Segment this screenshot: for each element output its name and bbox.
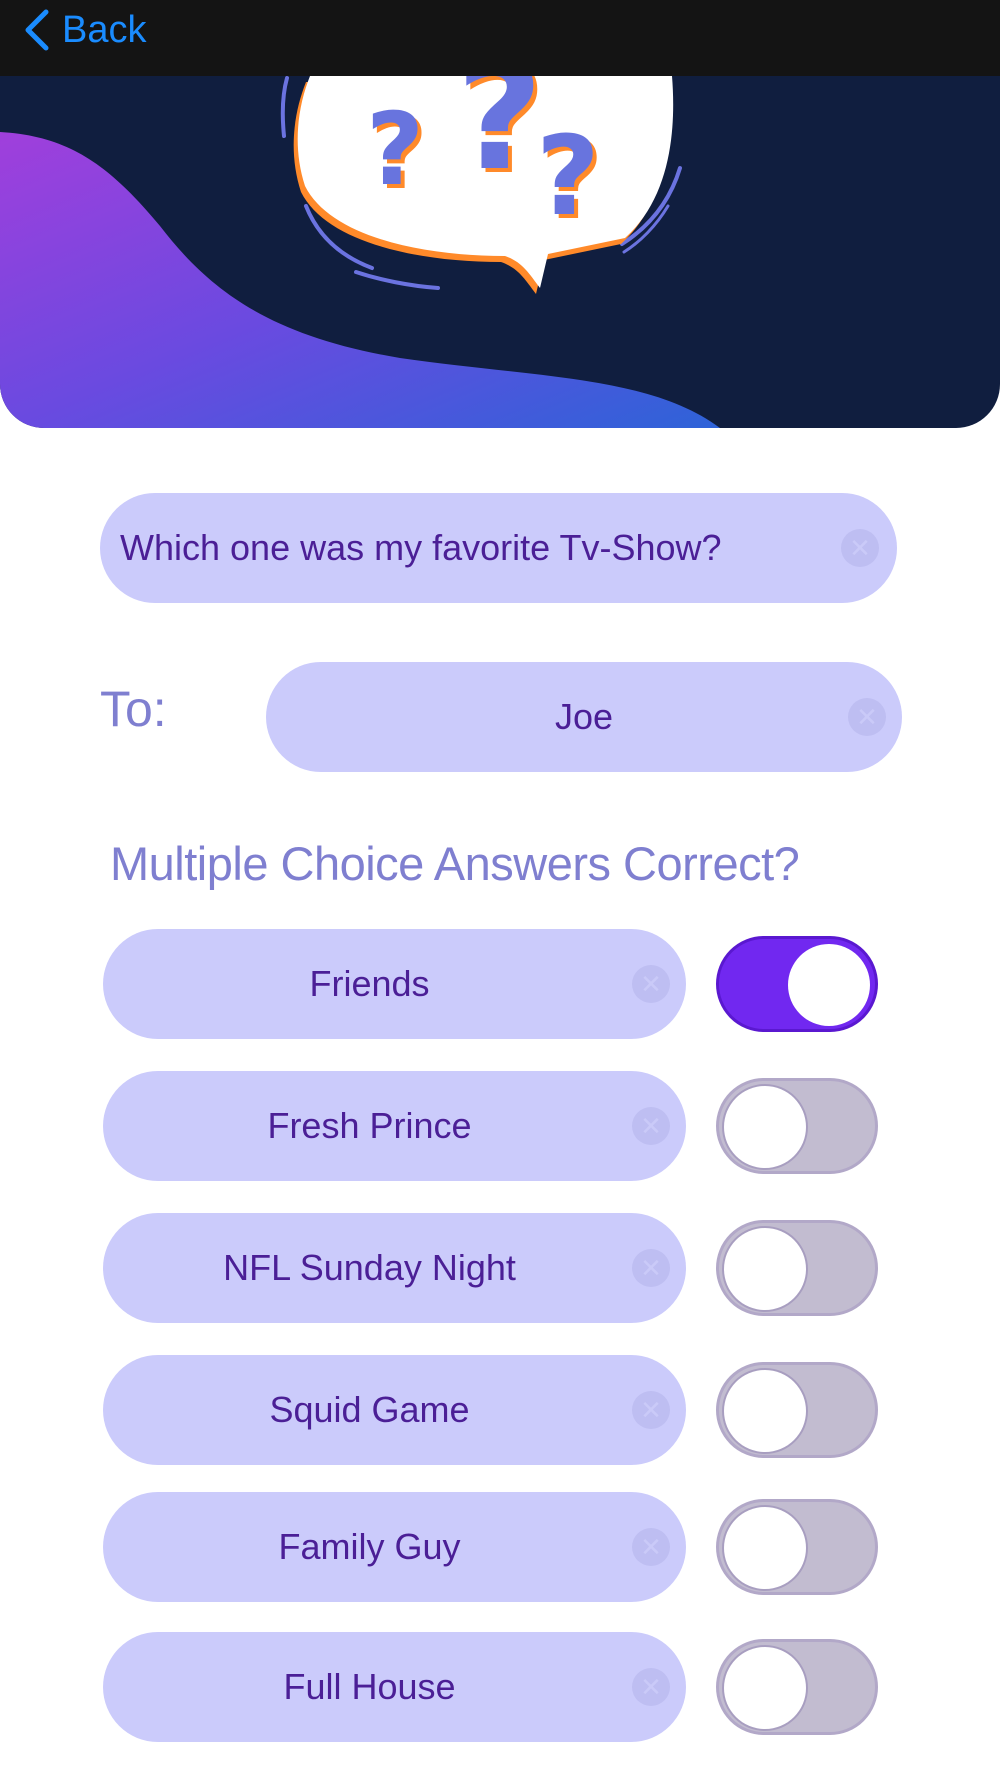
- recipient-input[interactable]: Joe ✕: [266, 662, 902, 772]
- answer-text: Family Guy: [278, 1526, 461, 1567]
- toggle-knob: [724, 1507, 806, 1589]
- toggle-knob: [724, 1647, 806, 1729]
- hero-illustration: ? ? ? ? ? ?: [0, 76, 1000, 428]
- clear-icon[interactable]: ✕: [632, 965, 670, 1003]
- toggle-knob: [724, 1086, 806, 1168]
- answer-input[interactable]: Full House ✕: [103, 1632, 686, 1742]
- answer-text: Friends: [309, 963, 430, 1004]
- answer-input[interactable]: NFL Sunday Night ✕: [103, 1213, 686, 1323]
- svg-text:?: ?: [536, 112, 600, 240]
- svg-text:?: ?: [456, 76, 543, 204]
- back-button[interactable]: Back: [22, 4, 146, 56]
- clear-icon[interactable]: ✕: [632, 1391, 670, 1429]
- correct-toggle[interactable]: [716, 1220, 878, 1316]
- correct-toggle[interactable]: [716, 1078, 878, 1174]
- answer-input[interactable]: Family Guy ✕: [103, 1492, 686, 1602]
- question-input[interactable]: Which one was my favorite Tv-Show? ✕: [100, 493, 897, 603]
- toggle-knob: [724, 1228, 806, 1310]
- answers-section-header: Multiple Choice Answers Correct?: [110, 837, 800, 890]
- answer-input[interactable]: Friends ✕: [103, 929, 686, 1039]
- correct-toggle[interactable]: [716, 1639, 878, 1735]
- answer-input[interactable]: Squid Game ✕: [103, 1355, 686, 1465]
- clear-icon[interactable]: ✕: [841, 529, 879, 567]
- clear-icon[interactable]: ✕: [848, 698, 886, 736]
- clear-icon[interactable]: ✕: [632, 1668, 670, 1706]
- clear-icon[interactable]: ✕: [632, 1107, 670, 1145]
- correct-toggle[interactable]: [716, 1499, 878, 1595]
- clear-icon[interactable]: ✕: [632, 1249, 670, 1287]
- answer-text: Squid Game: [269, 1389, 470, 1430]
- chevron-left-icon: [25, 9, 49, 51]
- svg-text:?: ?: [366, 91, 424, 208]
- answer-input[interactable]: Fresh Prince ✕: [103, 1071, 686, 1181]
- recipient-text: Joe: [554, 696, 614, 737]
- recipient-label: To:: [100, 681, 167, 737]
- navigation-bar: Back: [0, 0, 1000, 77]
- answer-text: Fresh Prince: [267, 1105, 472, 1146]
- toggle-knob: [724, 1370, 806, 1452]
- back-label: Back: [62, 8, 147, 51]
- toggle-knob: [788, 944, 870, 1026]
- answer-text: NFL Sunday Night: [223, 1247, 516, 1288]
- answer-text: Full House: [283, 1666, 456, 1707]
- question-text: Which one was my favorite Tv-Show?: [120, 527, 722, 568]
- correct-toggle[interactable]: [716, 936, 878, 1032]
- clear-icon[interactable]: ✕: [632, 1528, 670, 1566]
- correct-toggle[interactable]: [716, 1362, 878, 1458]
